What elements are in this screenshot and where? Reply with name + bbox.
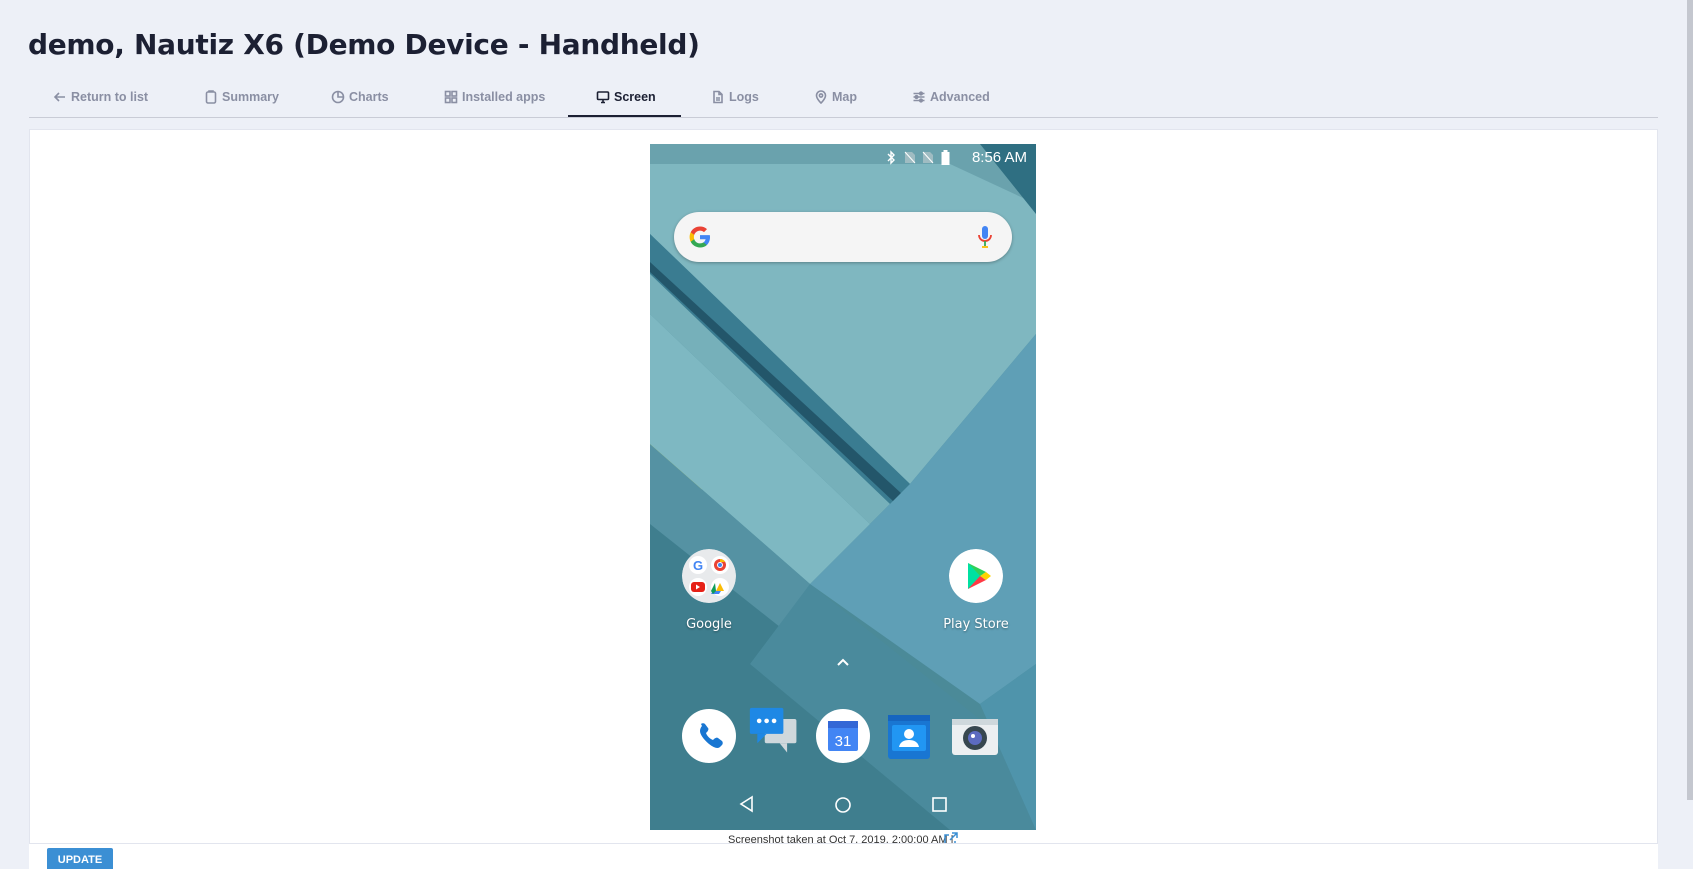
calendar-day: 31 bbox=[835, 733, 852, 750]
file-icon bbox=[713, 90, 723, 104]
app-play-store[interactable]: Play Store bbox=[936, 549, 1016, 632]
tab-summary[interactable]: Summary bbox=[204, 76, 279, 118]
tab-return-to-list[interactable]: Return to list bbox=[53, 76, 148, 118]
app-label: Play Store bbox=[943, 617, 1009, 632]
monitor-icon bbox=[596, 91, 610, 104]
app-drawer-caret-icon[interactable] bbox=[834, 656, 852, 668]
tab-advanced[interactable]: Advanced bbox=[912, 76, 990, 118]
tab-charts[interactable]: Charts bbox=[331, 76, 389, 118]
map-pin-icon bbox=[815, 90, 827, 104]
google-folder-icon: G bbox=[682, 549, 736, 603]
tab-map[interactable]: Map bbox=[814, 76, 857, 118]
battery-icon bbox=[941, 150, 950, 165]
status-bar: 8:56 AM bbox=[650, 144, 1036, 170]
page-title: demo, Nautiz X6 (Demo Device - Handheld) bbox=[28, 28, 700, 61]
page-scrollbar[interactable] bbox=[1687, 0, 1693, 800]
tab-label: Summary bbox=[222, 90, 279, 104]
sliders-icon bbox=[913, 91, 925, 103]
tab-label: Installed apps bbox=[462, 90, 546, 104]
tab-label: Screen bbox=[614, 90, 656, 104]
status-clock: 8:56 AM bbox=[971, 149, 1027, 166]
tab-installed-apps[interactable]: Installed apps bbox=[444, 76, 545, 118]
active-tab-indicator bbox=[568, 115, 681, 117]
app-google-folder[interactable]: G Google bbox=[669, 549, 749, 632]
no-sim-icon bbox=[922, 151, 934, 164]
phone-icon[interactable] bbox=[682, 709, 736, 763]
microphone-icon[interactable] bbox=[976, 225, 994, 249]
tab-screen[interactable]: Screen bbox=[596, 76, 656, 118]
no-sim-icon bbox=[904, 151, 916, 164]
back-icon[interactable] bbox=[738, 795, 756, 813]
google-g-icon bbox=[689, 226, 710, 248]
tab-label: Logs bbox=[729, 90, 759, 104]
tab-label: Map bbox=[832, 90, 857, 104]
home-icon[interactable] bbox=[834, 796, 852, 814]
app-label: Google bbox=[686, 617, 732, 632]
tab-label: Charts bbox=[349, 90, 389, 104]
grid-icon bbox=[444, 90, 458, 104]
contacts-icon[interactable] bbox=[882, 709, 936, 763]
pie-chart-icon bbox=[331, 90, 345, 104]
action-bar bbox=[29, 843, 1658, 869]
calendar-icon[interactable]: 31 bbox=[816, 709, 870, 763]
play-store-icon bbox=[949, 549, 1003, 603]
arrow-left-icon bbox=[53, 92, 65, 102]
tab-label: Advanced bbox=[930, 90, 990, 104]
update-button[interactable]: UPDATE bbox=[47, 848, 113, 869]
camera-icon[interactable] bbox=[948, 709, 1002, 763]
messages-icon[interactable] bbox=[748, 706, 802, 760]
tab-label: Return to list bbox=[71, 90, 149, 104]
bluetooth-icon bbox=[887, 150, 895, 165]
tab-logs[interactable]: Logs bbox=[711, 76, 759, 118]
clipboard-icon bbox=[205, 90, 217, 104]
svg-text:G: G bbox=[693, 558, 703, 573]
google-search-bar[interactable] bbox=[674, 212, 1012, 262]
recents-icon[interactable] bbox=[932, 797, 947, 812]
tab-bar: Return to list Summary Charts Installed … bbox=[29, 76, 1658, 118]
device-screenshot[interactable]: 8:56 AM G Google Play Store 31 bbox=[650, 144, 1036, 830]
